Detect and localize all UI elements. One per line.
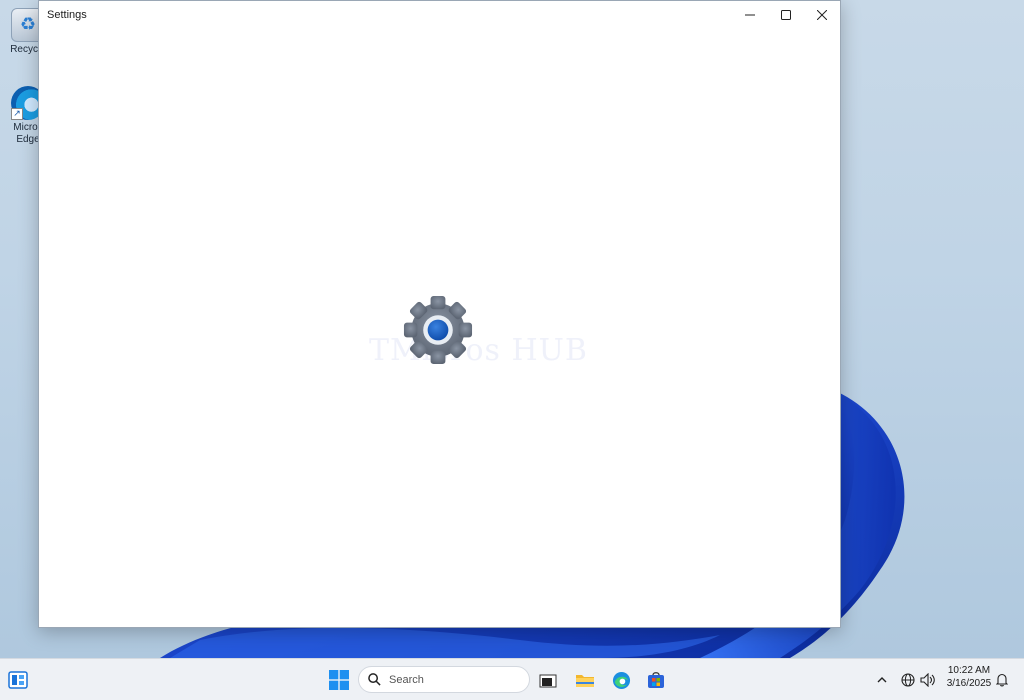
- taskbar-clock[interactable]: 10:22 AM 3/16/2025: [940, 664, 998, 690]
- taskbar: Search 10:22 AM 3/16/2025: [0, 658, 1024, 700]
- store-icon: [648, 672, 664, 688]
- minimize-icon: [745, 14, 755, 16]
- edge-icon: [612, 671, 630, 689]
- chevron-up-icon: [877, 677, 887, 683]
- windows-start-icon: [329, 670, 349, 690]
- maximize-icon: [781, 10, 791, 20]
- widgets-icon: [8, 671, 28, 689]
- maximize-button[interactable]: [768, 1, 804, 29]
- clock-time: 10:22 AM: [947, 665, 991, 676]
- start-button[interactable]: [322, 659, 356, 700]
- caption-buttons: [732, 1, 840, 29]
- search-placeholder: Search: [389, 673, 424, 686]
- taskbar-app-edge[interactable]: [606, 659, 636, 700]
- taskbar-app-task-view[interactable]: [533, 659, 563, 700]
- minimize-button[interactable]: [732, 1, 768, 29]
- tray-overflow-button[interactable]: [872, 659, 892, 700]
- taskbar-app-store[interactable]: [641, 659, 671, 700]
- speaker-icon: [920, 673, 935, 687]
- close-button[interactable]: [804, 1, 840, 29]
- folder-icon: [576, 675, 594, 687]
- close-icon: [817, 10, 827, 20]
- window-title: Settings: [47, 9, 87, 21]
- settings-window: Settings TMicros HUB: [38, 0, 841, 628]
- bell-icon: [996, 673, 1008, 687]
- volume-button[interactable]: [917, 659, 939, 700]
- task-view-icon: [539, 674, 557, 688]
- clock-date: 3/16/2025: [946, 678, 992, 689]
- widgets-button[interactable]: [2, 659, 34, 700]
- title-bar[interactable]: Settings: [39, 1, 840, 29]
- taskbar-search[interactable]: Search: [358, 666, 530, 693]
- notifications-button[interactable]: [992, 659, 1012, 700]
- settings-gear-icon: [403, 295, 473, 365]
- settings-splash: [399, 293, 477, 367]
- taskbar-app-file-explorer[interactable]: [570, 659, 600, 700]
- shortcut-arrow-icon: ↗: [11, 108, 23, 120]
- search-icon: [368, 673, 381, 686]
- globe-icon: [901, 673, 915, 687]
- network-button[interactable]: [898, 659, 918, 700]
